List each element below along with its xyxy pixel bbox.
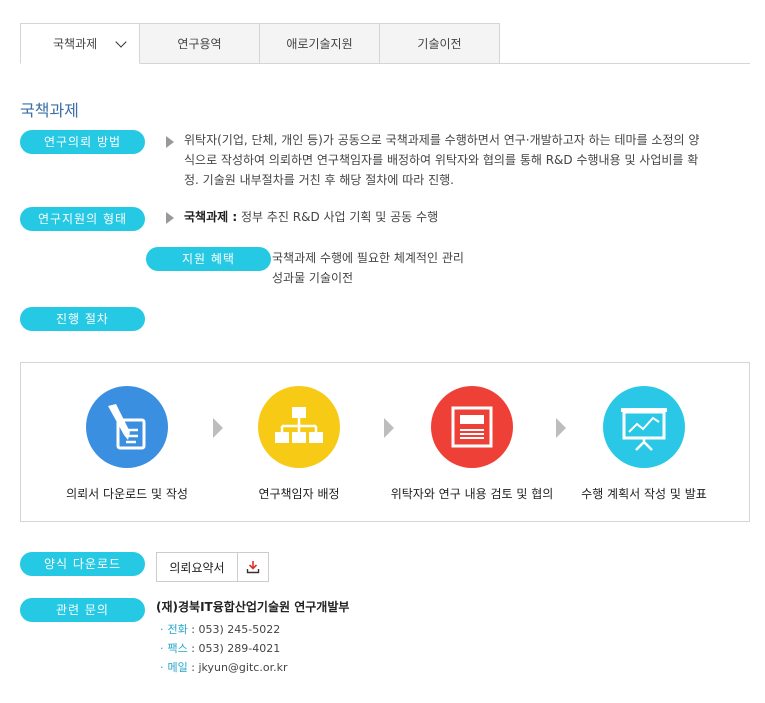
- arrow-right-icon: [213, 418, 223, 438]
- text-line: 위탁자(기업, 단체, 개인 등)가 공동으로 국책과제를 수행하면서 연구·개…: [184, 133, 700, 147]
- process-steps: 의뢰서 다운로드 및 작성 연구책임자 배정 위탁자와 연구 내용 검토 및 협…: [20, 362, 750, 522]
- contact-value: : 053) 245-5022: [187, 623, 281, 636]
- tab-tech-support[interactable]: 애로기술지원: [260, 23, 380, 64]
- contact-key: 팩스: [167, 642, 188, 655]
- request-summary-file-button[interactable]: 의뢰요약서: [156, 552, 238, 582]
- pen-document-icon: [86, 386, 168, 468]
- support-type-rest: 정부 추진 R&D 사업 기획 및 공동 수행: [237, 210, 439, 224]
- tab-label: 연구용역: [177, 37, 222, 51]
- label-inquiry: 관련 문의: [20, 598, 145, 622]
- file-label: 의뢰요약서: [169, 560, 225, 575]
- tab-label: 애로기술지원: [286, 37, 353, 51]
- support-type-bold: 국책과제 :: [184, 210, 238, 224]
- text-line: 성과물 기술이전: [272, 271, 354, 285]
- tab-label: 기술이전: [417, 37, 462, 51]
- label-request-method: 연구의뢰 방법: [20, 130, 145, 154]
- triangle-bullet-icon: [166, 212, 174, 224]
- document-review-icon: [431, 386, 513, 468]
- benefit-text: 국책과제 수행에 필요한 체계적인 관리 성과물 기술이전: [272, 248, 464, 288]
- tab-tech-transfer[interactable]: 기술이전: [380, 23, 500, 64]
- contact-value: : 053) 289-4021: [187, 642, 281, 655]
- arrow-right-icon: [556, 418, 566, 438]
- contact-key: 전화: [167, 623, 188, 636]
- label-benefit: 지원 혜택: [146, 247, 271, 271]
- contact-fax: · 팩스 : 053) 289-4021: [160, 642, 281, 655]
- chevron-down-icon: [115, 36, 127, 48]
- arrow-right-icon: [384, 418, 394, 438]
- tab-national-project[interactable]: 국책과제: [20, 23, 140, 64]
- contact-key: 메일: [167, 661, 188, 674]
- text-line: 정. 기술원 내부절차를 거친 후 해당 절차에 따라 진행.: [184, 173, 454, 187]
- contact-value: : jkyun@gitc.or.kr: [187, 661, 288, 674]
- presentation-board-icon: [603, 386, 685, 468]
- contact-email[interactable]: · 메일 : jkyun@gitc.or.kr: [160, 659, 287, 675]
- tab-research-service[interactable]: 연구용역: [140, 23, 260, 64]
- page-title: 국책과제: [20, 101, 79, 120]
- download-icon: [246, 561, 260, 574]
- tab-bar: 국책과제 연구용역 애로기술지원 기술이전: [20, 23, 750, 64]
- label-form-download: 양식 다운로드: [20, 552, 145, 576]
- request-method-text: 위탁자(기업, 단체, 개인 등)가 공동으로 국책과제를 수행하면서 연구·개…: [184, 130, 744, 190]
- org-name: (재)경북IT융합산업기술원 연구개발부: [156, 600, 350, 614]
- step-label: 의뢰서 다운로드 및 작성: [66, 487, 188, 501]
- label-procedure: 진행 절차: [20, 307, 145, 331]
- step-label: 위탁자와 연구 내용 검토 및 협의: [390, 487, 554, 501]
- support-type-text: 국책과제 : 정부 추진 R&D 사업 기획 및 공동 수행: [184, 207, 438, 227]
- contact-phone: · 전화 : 053) 245-5022: [160, 623, 281, 636]
- download-button[interactable]: [237, 552, 269, 582]
- org-chart-icon: [258, 386, 340, 468]
- tab-label: 국책과제: [53, 37, 98, 51]
- step-label: 연구책임자 배정: [258, 487, 340, 501]
- label-support-type: 연구지원의 형태: [20, 207, 145, 231]
- triangle-bullet-icon: [166, 136, 174, 148]
- text-line: 식으로 작성하여 의뢰하면 연구책임자를 배정하여 위탁자와 협의를 통해 R&…: [184, 153, 699, 167]
- text-line: 국책과제 수행에 필요한 체계적인 관리: [272, 251, 464, 265]
- step-label: 수행 계획서 작성 및 발표: [581, 487, 707, 501]
